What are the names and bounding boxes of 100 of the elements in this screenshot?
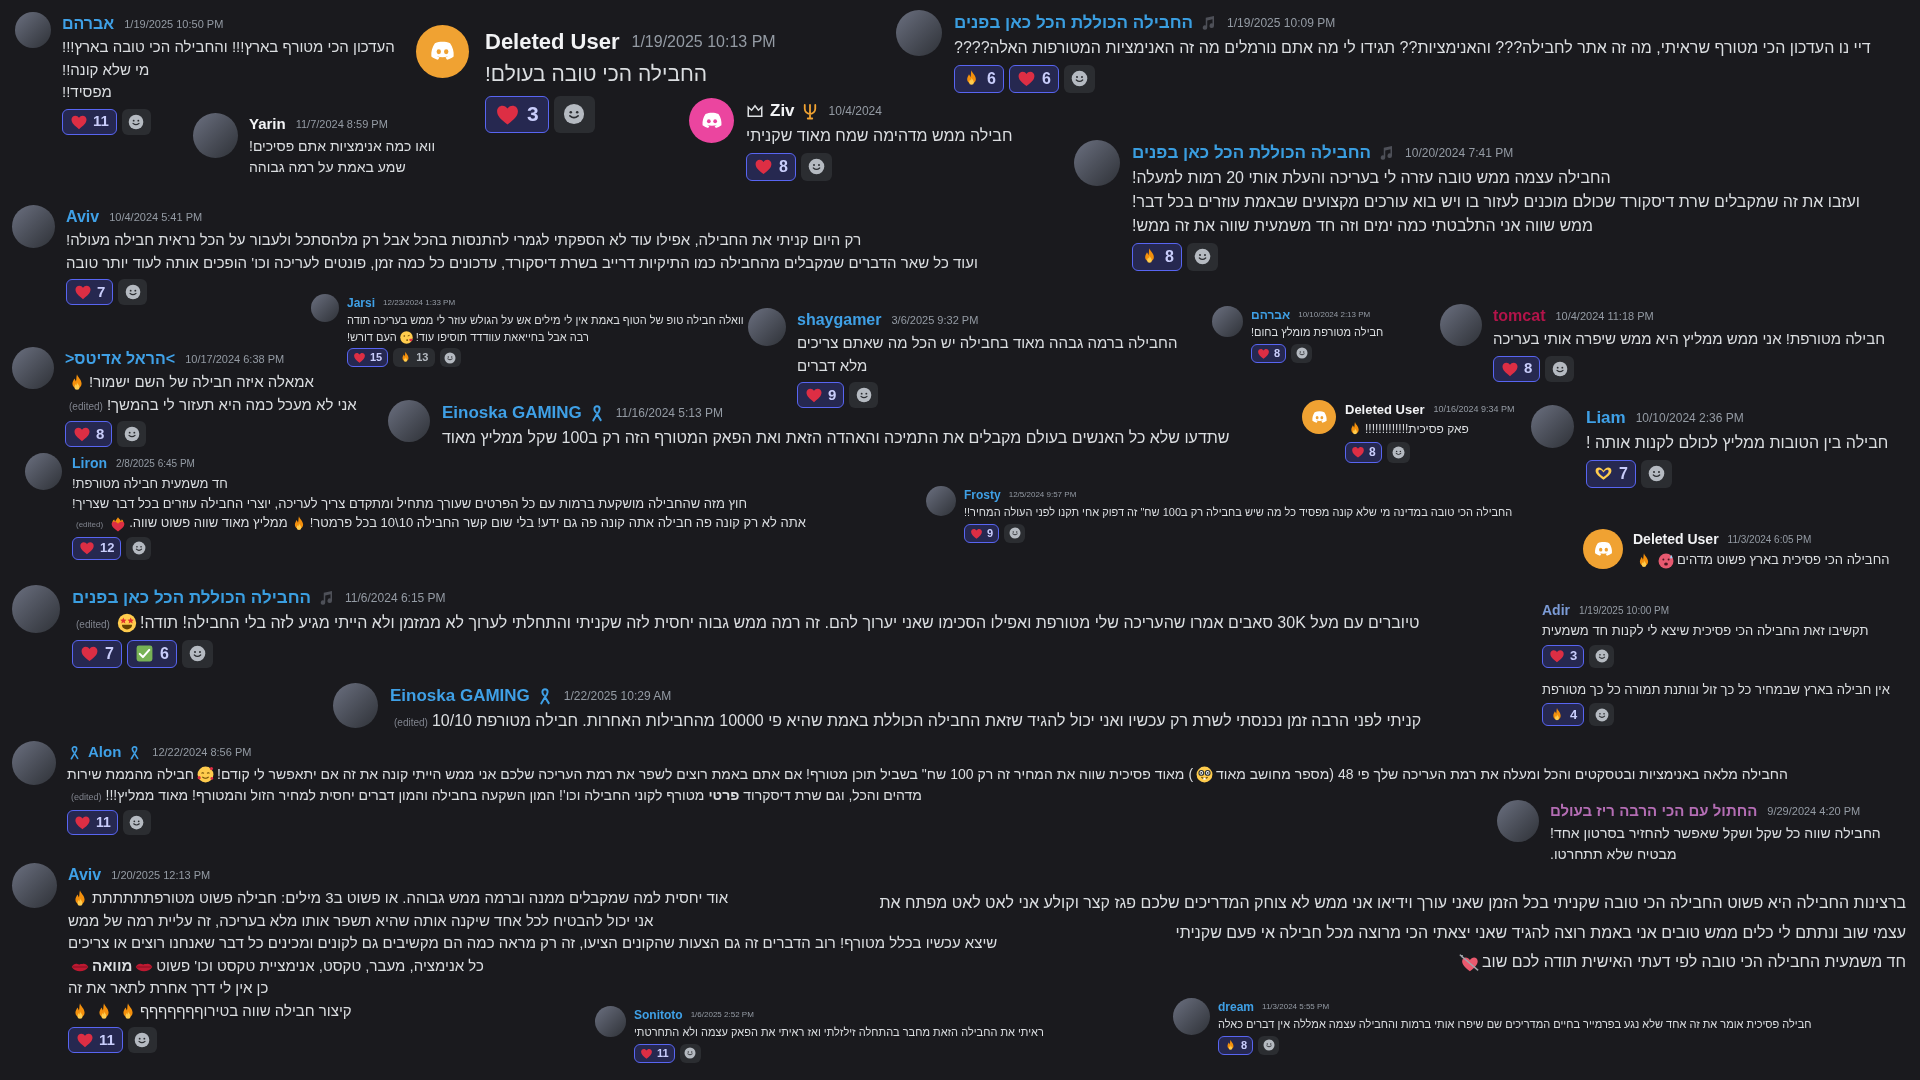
timestamp: 1/6/2025 2:52 PM — [690, 1009, 754, 1021]
username: אברהם — [1251, 307, 1291, 324]
username: החבילה הכוללת הכל כאן בפנים — [1132, 142, 1372, 164]
username: tomcat — [1493, 306, 1546, 326]
timestamp: 1/19/2025 10:13 PM — [631, 31, 776, 52]
smiling-face-with-hearts-icon — [196, 765, 216, 785]
reaction-button[interactable]: 9 — [964, 523, 1000, 543]
heart-icon — [73, 425, 91, 443]
reaction-button[interactable]: 8 — [1493, 355, 1541, 382]
add-reaction-button[interactable] — [1063, 64, 1095, 93]
message-text: וואלה חבילה טופ של הטוף באמת אין לי מילים אש על הגולש עוזר לי ממש בעריכה תודה — [347, 313, 744, 328]
message-text: חוץ מזה שהחבילה מושקעת ברמות עם כל הפרטים שעורך מתחיל ומתקדם צריך לעריכה, יוצרי החבילה עוזרים בכל דבר שצריך! — [72, 494, 748, 513]
smiley-icon — [1193, 248, 1211, 265]
edited-label: (edited) — [76, 618, 110, 630]
timestamp: 1/19/2025 10:50 PM — [124, 16, 224, 32]
hot-face-icon — [1657, 551, 1675, 570]
reaction-button[interactable]: 11 — [62, 108, 117, 135]
timestamp: 12/23/2024 1:33 PM — [383, 297, 456, 309]
add-reaction-button[interactable] — [800, 152, 832, 181]
add-reaction-button[interactable] — [679, 1043, 701, 1063]
reaction-button[interactable]: 6 — [954, 64, 1004, 93]
avatar-picture — [1074, 140, 1120, 186]
reaction-button[interactable]: 8 — [1251, 343, 1287, 363]
message-text: כן אין לי דרך אחרת לתאר את זה — [68, 978, 269, 998]
reaction-button[interactable]: 7 — [72, 639, 122, 668]
reaction-button[interactable]: 4 — [1542, 703, 1585, 726]
add-reaction-button[interactable] — [1545, 355, 1575, 382]
message-text: אין חבילה בארץ שבמחיר כל כך זול ונותנת תמורה כל כך מטורפת — [1542, 680, 1890, 699]
smiley-icon — [1070, 70, 1088, 87]
username: Deleted User — [1633, 530, 1719, 549]
message-text: קיצור חבילה שווה בטירוףףףףףףף — [140, 1001, 352, 1019]
add-reaction-button[interactable] — [1291, 343, 1313, 363]
reaction-button[interactable]: 13 — [393, 348, 435, 368]
add-reaction-button[interactable] — [117, 421, 147, 447]
add-reaction-button[interactable] — [1386, 441, 1410, 463]
timestamp: 2/8/2025 6:45 PM — [116, 457, 195, 471]
message-text: אתה לא רק קונה פה חבילה אתה קונה פה גם ידע! בלי שום קשר החבילה 10\10 בכל פרמטר! — [309, 515, 806, 530]
add-reaction-button[interactable] — [1004, 523, 1026, 543]
timestamp: 1/22/2025 10:29 AM — [563, 687, 672, 705]
message-text: החבילה עצמה ממש טובה עזרה לי בעריכה והעלת אותי 20 רמות למעלה! — [1132, 167, 1611, 188]
message-text: קניתי לפני הרבה זמן נכנסתי לשרת רק עכשיו ואני יכול להגיד שזאת החבילה הכוללת באמת שהיא פי 10000 מהחבילות האחרות. חבילה מטורפת 10/10 — [431, 711, 1422, 729]
reaction-button[interactable]: 6 — [126, 639, 177, 668]
add-reaction-button[interactable] — [122, 809, 151, 835]
reaction-button[interactable]: 3 — [485, 95, 549, 133]
message-text: מפסיד!! — [62, 82, 112, 102]
timestamp: 11/3/2024 5:55 PM — [1262, 1001, 1330, 1013]
add-reaction-button[interactable] — [181, 639, 213, 668]
reaction-button[interactable]: 8 — [746, 152, 796, 181]
message-text: ועוד כל שאר הדברים שמקבלים מהחבילה כמו התיקיות דרייב בשרת דיסקורד, עדכונים כל כמה זמן, פונטים לעריכה וכו' הופכים אותה לעוד יותר טובה — [66, 252, 978, 273]
message-text: ברצינות החבילה היא פשוט החבילה הכי טובה שקניתי בכל הזמן שאני עורך וידיאו אני ממש לא צוחק המדריכים שלכם פגז קצר וקולע אני לאט לאט מפתח את — [879, 893, 1906, 913]
reaction-button[interactable]: 8 — [65, 421, 113, 447]
reaction-button[interactable]: 11 — [634, 1043, 675, 1063]
message-text: טיוברים עם מעל 30K סאבים אמרו שהעריכה שלי מטורפת ואפילו הסכימו שאני יערוך להם. זה רמה ממש גבוה יחסית לזה שקניתי והתחלתי לערוך לא ממזמן ולא הייתי מגיע לזה בלי החבילה! תודה! — [139, 613, 1420, 631]
message-text: החבילה ברמה גבהה מאוד בחבילה יש הכל מה שאתם צריכים — [797, 333, 1178, 353]
add-reaction-button[interactable] — [1258, 1035, 1280, 1055]
reaction-button[interactable]: 6 — [1008, 64, 1059, 93]
add-reaction-button[interactable] — [849, 382, 879, 408]
add-reaction-button[interactable] — [1589, 644, 1615, 668]
message-text: שתדעו שלא כל האנשים בעולם מקבלים את התמיכה והאהדה הזאת ואת הפאק המטורף הזה רק ב100 שקל ממליץ מאוד — [442, 427, 1230, 448]
timestamp: 9/29/2024 4:20 PM — [1767, 804, 1861, 819]
reaction-button[interactable]: 11 — [68, 1027, 123, 1053]
reaction-button[interactable]: 9 — [797, 382, 845, 408]
username: Ziv — [770, 100, 795, 122]
heart-icon — [353, 351, 366, 365]
message-text: תקשיבו זאת החבילה הכי פסיכית שיצא לי לקנות חד משמעית — [1542, 622, 1869, 640]
message-text: אמאלה איזה חבילה של השם ישמור! — [89, 373, 314, 390]
reaction-button[interactable]: 8 — [1132, 242, 1182, 271]
add-reaction-button[interactable] — [127, 1027, 157, 1053]
add-reaction-button[interactable] — [553, 95, 595, 133]
reaction-button[interactable]: 7 — [1586, 459, 1636, 488]
message-text: שיצא עכשיו בכלל מטורף! רוב הדברים זה גם הצעות שהקונים הציעו, זה רק מראה כמה הם מקשיבים גם לקונים ומכינים כל דבר שאנחנו רוצים או צריכים — [68, 933, 998, 953]
username: Einoska GAMING — [442, 402, 582, 424]
avatar-picture — [1173, 998, 1210, 1035]
message-text: מוואה — [92, 956, 133, 974]
username: Adir — [1542, 601, 1570, 620]
add-reaction-button[interactable] — [1186, 242, 1218, 271]
reaction-button[interactable]: 3 — [1542, 644, 1585, 668]
smiley-icon — [129, 814, 145, 830]
add-reaction-button[interactable] — [439, 348, 461, 368]
add-reaction-button[interactable] — [126, 536, 152, 560]
reaction-button[interactable]: 11 — [67, 809, 118, 835]
avatar-picture — [25, 453, 62, 490]
smiley-icon — [1295, 347, 1308, 359]
heart-icon — [1351, 445, 1365, 459]
add-reaction-button[interactable] — [118, 279, 148, 305]
add-reaction-button[interactable] — [121, 108, 151, 135]
edited-label: (edited) — [69, 400, 103, 412]
heart-icon — [805, 386, 823, 404]
reaction-button[interactable]: 8 — [1218, 1035, 1254, 1055]
add-reaction-button[interactable] — [1640, 459, 1672, 488]
timestamp: 11/16/2024 5:13 PM — [615, 404, 723, 422]
add-reaction-button[interactable] — [1589, 703, 1615, 726]
timestamp: 10/10/2024 2:36 PM — [1635, 409, 1744, 427]
message-text: מבטיח שלא תתחרטו. — [1550, 844, 1677, 864]
smiley-icon — [188, 645, 206, 662]
reaction-button[interactable]: 12 — [72, 536, 122, 560]
username: Jarsi — [347, 295, 376, 312]
reaction-button[interactable]: 7 — [66, 279, 114, 305]
reaction-button[interactable]: 8 — [1345, 441, 1382, 463]
reaction-button[interactable]: 15 — [347, 348, 389, 368]
